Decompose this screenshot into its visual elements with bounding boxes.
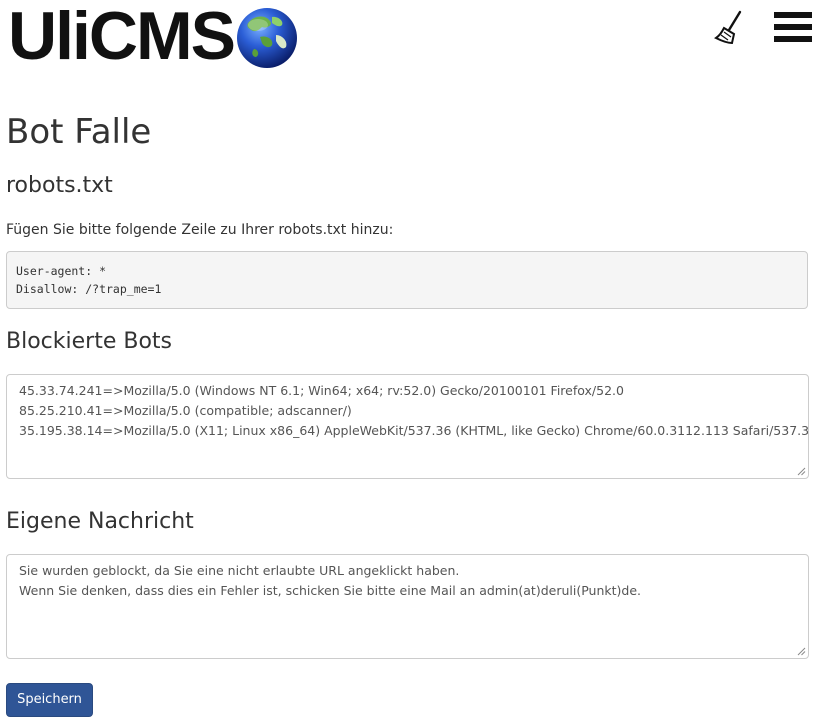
code-line: Disallow: /?trap_me=1 — [16, 282, 162, 296]
resize-grip-icon[interactable] — [797, 647, 806, 656]
custom-message-heading: Eigene Nachricht — [6, 509, 194, 534]
page-title: Bot Falle — [6, 112, 152, 152]
robots-intro: Fügen Sie bitte folgende Zeile zu Ihrer … — [6, 222, 394, 238]
broom-icon[interactable] — [712, 10, 746, 46]
save-button[interactable]: Speichern — [6, 683, 93, 717]
custom-message-textarea[interactable]: Sie wurden geblockt, da Sie eine nicht e… — [6, 554, 809, 659]
textarea-line: Sie wurden geblockt, da Sie eine nicht e… — [19, 563, 460, 578]
globe-icon — [237, 8, 297, 68]
menu-bar — [774, 36, 812, 42]
hamburger-menu-icon[interactable] — [774, 12, 812, 44]
header: UliCMS — [0, 0, 819, 80]
logo[interactable]: UliCMS — [8, 2, 298, 70]
menu-bar — [774, 12, 812, 18]
menu-bar — [774, 24, 812, 30]
blocked-bots-textarea[interactable]: 45.33.74.241=>Mozilla/5.0 (Windows NT 6.… — [6, 374, 809, 479]
code-line: User-agent: * — [16, 264, 107, 278]
textarea-line: 45.33.74.241=>Mozilla/5.0 (Windows NT 6.… — [19, 383, 624, 398]
textarea-line: 35.195.38.14=>Mozilla/5.0 (X11; Linux x8… — [19, 423, 809, 438]
blocked-bots-heading: Blockierte Bots — [6, 329, 172, 354]
textarea-line: 85.25.210.41=>Mozilla/5.0 (compatible; a… — [19, 403, 352, 418]
textarea-line: Wenn Sie denken, dass dies ein Fehler is… — [19, 583, 641, 598]
resize-grip-icon[interactable] — [797, 467, 806, 476]
robots-code-block: User-agent: * Disallow: /?trap_me=1 — [6, 251, 808, 309]
robots-heading: robots.txt — [6, 173, 113, 198]
logo-text: UliCMS — [8, 0, 236, 74]
